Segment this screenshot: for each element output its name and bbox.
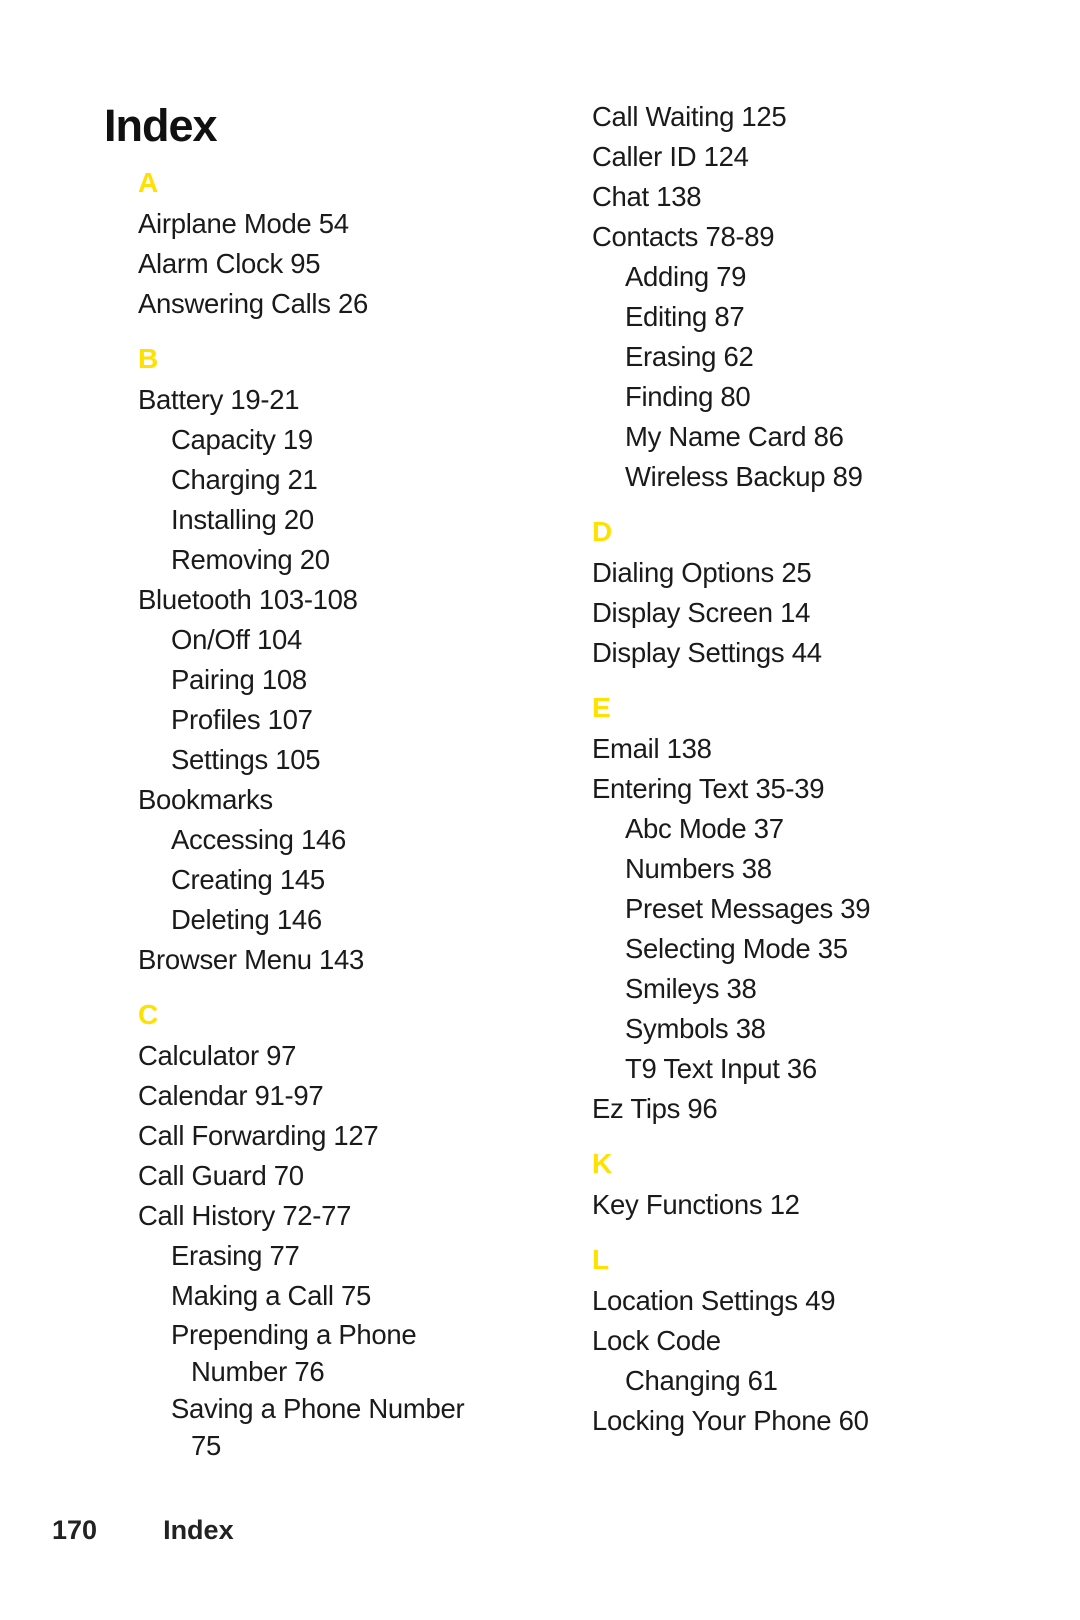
page-footer: 170 Index <box>52 1515 234 1546</box>
index-subentry: Wireless Backup 89 <box>625 461 863 492</box>
section-letter: L <box>592 1244 610 1275</box>
index-subentry: Finding 80 <box>625 381 751 412</box>
index-entry: Display Screen 14 <box>592 597 811 628</box>
section-letter: B <box>138 343 159 374</box>
index-entry: Browser Menu 143 <box>138 944 365 975</box>
index-subentry: My Name Card 86 <box>625 421 844 452</box>
index-subentry: On/Off 104 <box>171 624 303 655</box>
index-entry: Caller ID 124 <box>592 141 749 172</box>
page-number: 170 <box>52 1515 98 1545</box>
index-subentry: Erasing 77 <box>171 1240 300 1271</box>
index-entry: Call History 72-77 <box>138 1200 352 1231</box>
index-subentry: Changing 61 <box>625 1365 778 1396</box>
index-entry: Bookmarks <box>138 784 273 815</box>
index-section-l: L Location Settings 49 Lock Code Changing 6… <box>592 1243 1032 1441</box>
index-subentry: Adding 79 <box>625 261 747 292</box>
index-entry: Call Forwarding 127 <box>138 1120 379 1151</box>
index-section-e: E Email 138 Entering Text 35-39 Abc Mode 37… <box>592 691 1032 1129</box>
index-subentry: Abc Mode 37 <box>625 813 784 844</box>
index-subentry: Making a Call 75 <box>171 1280 372 1311</box>
index-entry: Answering Calls 26 <box>138 288 368 319</box>
index-column-left: A Airplane Mode 54 Alarm Clock 95 Answering… <box>138 166 578 1464</box>
index-column-right: Call Waiting 125 Caller ID 124 Chat 138 Con… <box>592 97 1032 1441</box>
section-letter: E <box>592 692 611 723</box>
index-entry: Ez Tips 96 <box>592 1093 718 1124</box>
index-subentry: Editing 87 <box>625 301 745 332</box>
index-entry: Display Settings 44 <box>592 637 822 668</box>
index-subentry: Pairing 108 <box>171 664 307 695</box>
entry-continuation: 75 <box>191 1430 221 1461</box>
index-entry: Call Guard 70 <box>138 1160 304 1191</box>
entry-text: Prepending a Phone <box>171 1319 417 1350</box>
index-subentry: Symbols 38 <box>625 1013 766 1044</box>
index-entry: Lock Code <box>592 1325 721 1356</box>
section-letter: A <box>138 167 159 198</box>
index-subentry: Saving a Phone Number 75 <box>138 1390 578 1464</box>
index-subentry: Removing 20 <box>171 544 330 575</box>
index-subentry: T9 Text Input 36 <box>625 1053 817 1084</box>
index-entry: Chat 138 <box>592 181 702 212</box>
index-subentry: Numbers 38 <box>625 853 772 884</box>
footer-section-title: Index <box>163 1515 234 1545</box>
section-letter: C <box>138 999 159 1030</box>
index-subentry: Capacity 19 <box>171 424 313 455</box>
index-section-k: K Key Functions 12 <box>592 1147 1032 1225</box>
index-subentry: Installing 20 <box>171 504 314 535</box>
index-section-a: A Airplane Mode 54 Alarm Clock 95 Answering… <box>138 166 578 324</box>
index-subentry: Selecting Mode 35 <box>625 933 848 964</box>
index-subentry: Preset Messages 39 <box>625 893 871 924</box>
index-entry: Calculator 97 <box>138 1040 297 1071</box>
index-section-c: C Calculator 97 Calendar 91-97 Call Forward… <box>138 998 578 1464</box>
index-entry: Locking Your Phone 60 <box>592 1405 869 1436</box>
index-subentry: Erasing 62 <box>625 341 754 372</box>
page-title: Index <box>104 100 218 151</box>
index-entry: Email 138 <box>592 733 712 764</box>
index-entry: Bluetooth 103-108 <box>138 584 358 615</box>
index-subentry: Accessing 146 <box>171 824 346 855</box>
index-subentry: Deleting 146 <box>171 904 322 935</box>
index-entry: Call Waiting 125 <box>592 101 787 132</box>
index-subentry: Settings 105 <box>171 744 321 775</box>
index-entry: Alarm Clock 95 <box>138 248 321 279</box>
entry-continuation: Number 76 <box>191 1356 325 1387</box>
index-subentry: Creating 145 <box>171 864 325 895</box>
index-entry: Battery 19-21 <box>138 384 300 415</box>
index-section-b: B Battery 19-21 Capacity 19 Charging 21 Inst… <box>138 342 578 980</box>
index-subentry: Charging 21 <box>171 464 318 495</box>
entry-text: Saving a Phone Number <box>171 1393 465 1424</box>
index-entry: Entering Text 35-39 <box>592 773 825 804</box>
index-subentry: Prepending a Phone Number 76 <box>138 1316 578 1390</box>
index-subentry: Smileys 38 <box>625 973 757 1004</box>
section-letter: D <box>592 516 613 547</box>
section-letter: K <box>592 1148 613 1179</box>
index-entry: Contacts 78-89 <box>592 221 775 252</box>
index-section-continued: Call Waiting 125 Caller ID 124 Chat 138 Con… <box>592 97 1032 497</box>
index-section-d: D Dialing Options 25 Display Screen 14 Disp… <box>592 515 1032 673</box>
index-entry: Calendar 91-97 <box>138 1080 324 1111</box>
index-entry: Location Settings 49 <box>592 1285 836 1316</box>
index-entry: Airplane Mode 54 <box>138 208 349 239</box>
index-entry: Key Functions 12 <box>592 1189 800 1220</box>
index-entry: Dialing Options 25 <box>592 557 812 588</box>
index-subentry: Profiles 107 <box>171 704 313 735</box>
